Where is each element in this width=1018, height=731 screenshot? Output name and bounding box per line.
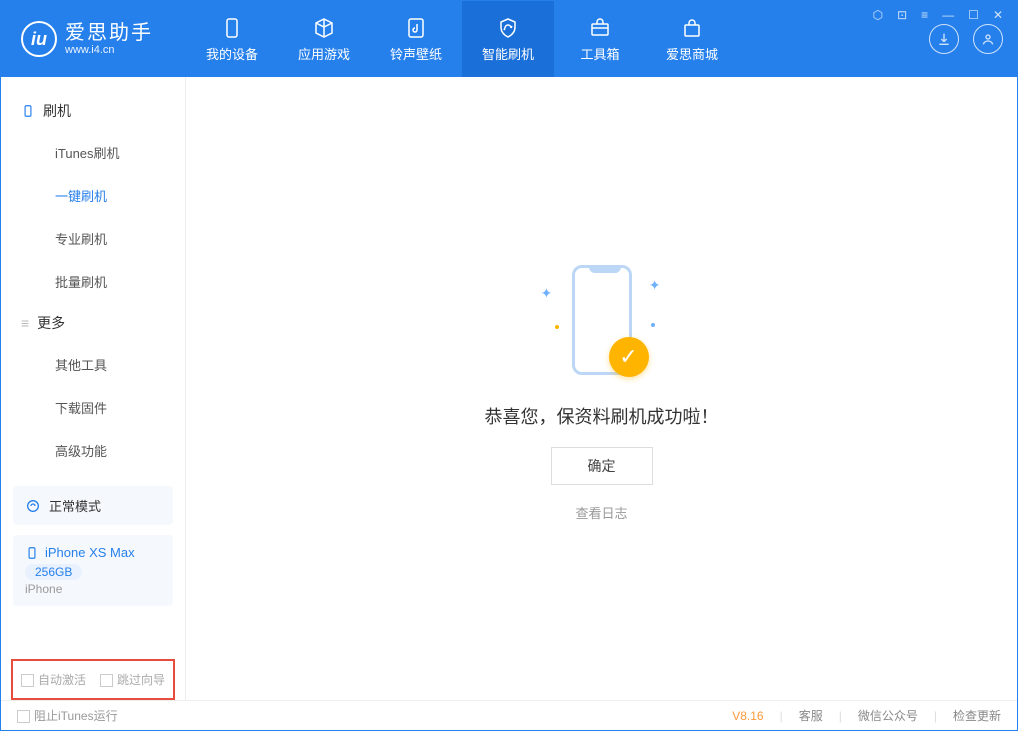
sidebar-section-flash: 刷机 [1,91,185,131]
download-icon [936,31,952,47]
logo[interactable]: iu 爱思助手 www.i4.cn [1,1,186,77]
skip-guide-checkbox[interactable]: 跳过向导 [100,671,165,688]
cube-icon [312,16,336,40]
version-label: V8.16 [732,709,763,723]
maximize-button[interactable]: ☐ [968,8,979,22]
footer-link-support[interactable]: 客服 [799,707,823,724]
toolbox-icon [588,16,612,40]
device-card[interactable]: iPhone XS Max 256GB iPhone [13,535,173,606]
close-button[interactable]: ✕ [993,8,1003,22]
nav-ringtones-wallpapers[interactable]: 铃声壁纸 [370,1,462,77]
window-controls: ⬡ ⊡ ≡ — ☐ ✕ [859,1,1017,29]
sparkle-icon: ✦ [541,285,553,302]
checkbox-label: 跳过向导 [117,673,165,687]
minimize-button[interactable]: — [942,8,954,22]
sidebar: 刷机 iTunes刷机 一键刷机 专业刷机 批量刷机 ≡ 更多 其他工具 下载固… [1,77,186,700]
device-mode-card[interactable]: 正常模式 [13,486,173,525]
mode-label: 正常模式 [49,496,101,515]
nav-label: 工具箱 [580,44,619,63]
nav-toolbox[interactable]: 工具箱 [554,1,646,77]
sidebar-item-other-tools[interactable]: 其他工具 [1,343,185,386]
device-icon [220,16,244,40]
sidebar-item-one-click-flash[interactable]: 一键刷机 [1,174,185,217]
section-title-label: 更多 [37,313,65,333]
footer-link-check-update[interactable]: 检查更新 [953,707,1001,724]
nav-label: 爱思商城 [666,44,718,63]
sparkle-icon: ✦ [649,277,661,294]
store-icon [680,16,704,40]
auto-activate-checkbox[interactable]: 自动激活 [21,671,86,688]
nav-smart-flash[interactable]: 智能刷机 [462,1,554,77]
footer: 阻止iTunes运行 V8.16 | 客服 | 微信公众号 | 检查更新 [1,700,1017,730]
checkbox-label: 阻止iTunes运行 [34,709,118,723]
main-content: ✦ ✦ ✓ 恭喜您，保资料刷机成功啦！ 确定 查看日志 [186,77,1017,700]
sidebar-item-batch-flash[interactable]: 批量刷机 [1,260,185,303]
sidebar-section-more: ≡ 更多 [1,303,185,343]
phone-icon [25,546,39,560]
nav-store[interactable]: 爱思商城 [646,1,738,77]
logo-icon: iu [21,21,57,57]
separator: | [934,709,937,723]
app-title: 爱思助手 [65,22,153,44]
feedback-icon[interactable]: ⊡ [897,8,907,22]
ok-button[interactable]: 确定 [551,447,653,485]
sidebar-bottom-highlighted: 自动激活 跳过向导 [11,659,175,700]
nav-apps-games[interactable]: 应用游戏 [278,1,370,77]
sidebar-item-pro-flash[interactable]: 专业刷机 [1,217,185,260]
nav-label: 我的设备 [206,44,258,63]
success-illustration: ✦ ✦ ✓ [537,255,667,385]
check-badge-icon: ✓ [609,337,649,377]
separator: | [780,709,783,723]
nav-my-device[interactable]: 我的设备 [186,1,278,77]
view-log-link[interactable]: 查看日志 [575,503,627,522]
menu-icon[interactable]: ≡ [921,8,928,22]
user-icon [980,31,996,47]
section-title-label: 刷机 [43,101,71,121]
app-subtitle: www.i4.cn [65,44,153,56]
sidebar-item-advanced[interactable]: 高级功能 [1,429,185,472]
sync-icon [25,498,41,514]
device-storage-badge: 256GB [25,564,82,580]
device-type-label: iPhone [25,582,161,596]
block-itunes-checkbox[interactable]: 阻止iTunes运行 [17,707,118,724]
phone-icon [21,104,35,118]
nav-label: 智能刷机 [482,44,534,63]
dot-icon [651,323,655,327]
nav-label: 应用游戏 [298,44,350,63]
separator: | [839,709,842,723]
music-file-icon [404,16,428,40]
footer-link-wechat[interactable]: 微信公众号 [858,707,918,724]
device-name-label: iPhone XS Max [45,545,135,560]
refresh-shield-icon [496,16,520,40]
success-message: 恭喜您，保资料刷机成功啦！ [485,403,719,429]
list-icon: ≡ [21,315,29,331]
shirt-icon[interactable]: ⬡ [873,8,883,22]
sidebar-item-itunes-flash[interactable]: iTunes刷机 [1,131,185,174]
nav-label: 铃声壁纸 [390,44,442,63]
top-nav: 我的设备 应用游戏 铃声壁纸 智能刷机 工具箱 爱思商城 [186,1,738,77]
checkbox-label: 自动激活 [38,673,86,687]
dot-icon [555,325,559,329]
sidebar-item-download-firmware[interactable]: 下载固件 [1,386,185,429]
